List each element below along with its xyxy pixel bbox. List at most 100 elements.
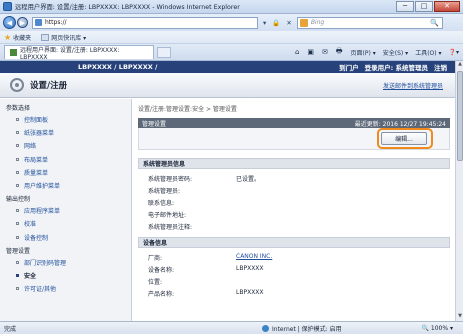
mail-icon: ✉ [322, 48, 328, 56]
bullet-icon [16, 287, 19, 291]
sidebar-item[interactable]: 布局菜单 [16, 155, 131, 164]
home-button[interactable]: ⌂ [295, 48, 300, 56]
sidebar-item[interactable]: 质量菜单 [16, 168, 131, 177]
info-row: 产品名称: LBPXXXX [148, 289, 450, 298]
search-placeholder[interactable]: Bing [311, 19, 430, 26]
minimize-button[interactable]: ─ [396, 0, 414, 12]
tools-menu[interactable]: 工具(O) ▾ [415, 48, 441, 57]
bullet-icon [16, 144, 19, 148]
print-button[interactable]: 🖶 [336, 47, 344, 58]
info-value [236, 222, 450, 229]
globe-icon [262, 324, 269, 332]
info-value [236, 198, 450, 205]
tab-page-icon [10, 49, 17, 56]
forward-button[interactable]: ▶ [17, 17, 28, 28]
status-bar: 完成 Internet | 保护模式: 启用 🔍 100% ▾ [0, 321, 463, 334]
info-value [236, 210, 450, 217]
page-menu[interactable]: 页面(P) ▾ [351, 48, 376, 57]
new-tab-button[interactable] [157, 46, 171, 58]
scroll-down-icon[interactable]: ▼ [456, 313, 463, 321]
sidebar-item[interactable]: 设备控制 [16, 233, 131, 242]
sidebar-category: 管理设置 [6, 247, 31, 255]
sidebar-item[interactable]: 网络 [16, 141, 131, 150]
sidebar-item[interactable]: 控制面板 [16, 115, 131, 124]
info-row: 设备名称: LBPXXXX [148, 265, 450, 274]
sidebar-item-label: 布局菜单 [24, 156, 49, 164]
settings-header: 设置/注册 发送邮件到系统管理员 [0, 73, 455, 98]
url-text[interactable]: https:// [45, 19, 257, 26]
bullet-icon [16, 209, 19, 213]
sidebar-item-label: 应用程序菜单 [24, 208, 61, 216]
edit-button[interactable]: 编辑... [381, 132, 427, 145]
security-zone[interactable]: Internet | 保护模式: 启用 [262, 324, 342, 333]
search-icon[interactable]: 🔍 [430, 19, 439, 27]
status-text: 完成 [4, 325, 17, 333]
maximize-button[interactable]: □ [415, 0, 433, 12]
sidebar-item-label: 部门识别码管理 [24, 259, 67, 267]
panel-header: 管理设置 最近更新: 2016 12/27 19:45:24 [138, 118, 450, 128]
info-value: 已设置。 [236, 176, 261, 183]
sidebar-item[interactable]: 纸张器菜单 [16, 128, 131, 137]
tab-remote-ui[interactable]: 远程用户界面: 设置/注册: LBPXXXX: LBPXXXX [4, 45, 154, 61]
sidebar-category: 输出控制 [6, 196, 31, 204]
admin-info-list: 系统管理员密码: 已设置。 系统管理员: 联系信息: 电子邮件地址: 系统管理员注释: [138, 174, 450, 231]
info-key: 设备名称: [148, 267, 175, 274]
sidebar-item[interactable]: 许可证/其他 [16, 284, 131, 293]
home-icon: ⌂ [294, 48, 300, 56]
info-key: 系统管理员密码: [148, 176, 193, 183]
page-icon [35, 19, 42, 26]
favorites-button[interactable]: ★ 收藏夹 [4, 33, 31, 42]
star-icon: ★ [4, 32, 12, 42]
lock-icon[interactable]: 🔒 [272, 19, 280, 27]
page-title: 设置/注册 [30, 81, 68, 91]
mail-button[interactable]: ✉ [322, 48, 329, 56]
device-bar: LBPXXXX / LBPXXXX / 到门户 登录用户: 系统管理员 注销 [0, 61, 455, 73]
favorites-bar: ★ 收藏夹 网页快讯库 ▾ [0, 31, 463, 44]
scroll-up-icon[interactable]: ▲ [456, 61, 463, 69]
dropdown-icon[interactable]: ▾ [263, 19, 266, 27]
sidebar-item[interactable]: 部门识别码管理 [16, 258, 131, 267]
sidebar-item-label: 纸张器菜单 [24, 130, 55, 138]
mail-admin-link[interactable]: 发送邮件到系统管理员 [383, 81, 443, 90]
feeds-icon: ▣ [307, 48, 315, 56]
vertical-scrollbar[interactable]: ▲ ▼ [455, 61, 463, 321]
web-slice-gallery[interactable]: 网页快讯库 ▾ [41, 33, 86, 42]
url-tools: ▾ 🔒 ✕ [260, 19, 295, 27]
logout-link[interactable]: 注销 [434, 62, 447, 72]
sidebar-item[interactable]: 校准 [16, 219, 131, 228]
back-button[interactable]: ◀ [3, 16, 16, 29]
address-bar: ◀ ▶ https:// ▾ 🔒 ✕ Bing 🔍 [0, 14, 463, 31]
sidebar-item-label: 用户维护菜单 [24, 182, 61, 190]
bullet-icon [16, 260, 19, 264]
bullet-icon [16, 222, 19, 226]
help-menu[interactable]: ❓▾ [449, 49, 459, 56]
main-content: 设置/注册:管理设置:安全 > 管理设置 管理设置 最近更新: 2016 12/… [138, 99, 450, 321]
vendor-link[interactable]: CANON INC. [236, 253, 450, 260]
info-key: 系统管理员: [148, 188, 181, 195]
search-input[interactable]: Bing 🔍 [296, 16, 443, 29]
bullet-icon [16, 118, 19, 121]
info-row: 厂商: CANON INC. [148, 253, 450, 262]
info-key: 位置: [148, 279, 163, 286]
portal-link[interactable]: 到门户 [339, 62, 359, 72]
scroll-thumb[interactable] [457, 71, 463, 161]
info-value: LBPXXXX [236, 289, 264, 296]
sidebar-item-label: 校准 [24, 221, 37, 229]
admin-info-title: 系统管理员信息 [138, 158, 450, 169]
device-info-list: 厂商: CANON INC. 设备名称: LBPXXXX 位置: 产品名称: LBPXXXX [138, 253, 450, 298]
zoom-control[interactable]: 🔍 100% ▾ [422, 325, 453, 332]
sidebar-item[interactable]: 用户维护菜单 [16, 181, 131, 190]
sidebar-item[interactable]: 安全 [16, 271, 131, 280]
safety-menu[interactable]: 安全(S) ▾ [383, 48, 408, 57]
sidebar-item[interactable]: 应用程序菜单 [16, 206, 131, 215]
window-title: 远程用户界面: 设置/注册: LBPXXXX: LBPXXXX - Window… [15, 4, 240, 11]
feeds-button[interactable]: ▣ [307, 48, 315, 56]
page-content: LBPXXXX / LBPXXXX / 到门户 登录用户: 系统管理员 注销 设… [0, 61, 455, 321]
web-slice-icon [41, 33, 50, 41]
url-field[interactable]: https:// [32, 16, 258, 29]
bullet-icon [16, 157, 19, 161]
stop-icon[interactable]: ✕ [286, 19, 291, 27]
info-key: 产品名称: [148, 291, 175, 298]
close-button[interactable]: ✕ [434, 0, 460, 12]
web-slice-label: 网页快讯库 ▾ [51, 34, 87, 42]
